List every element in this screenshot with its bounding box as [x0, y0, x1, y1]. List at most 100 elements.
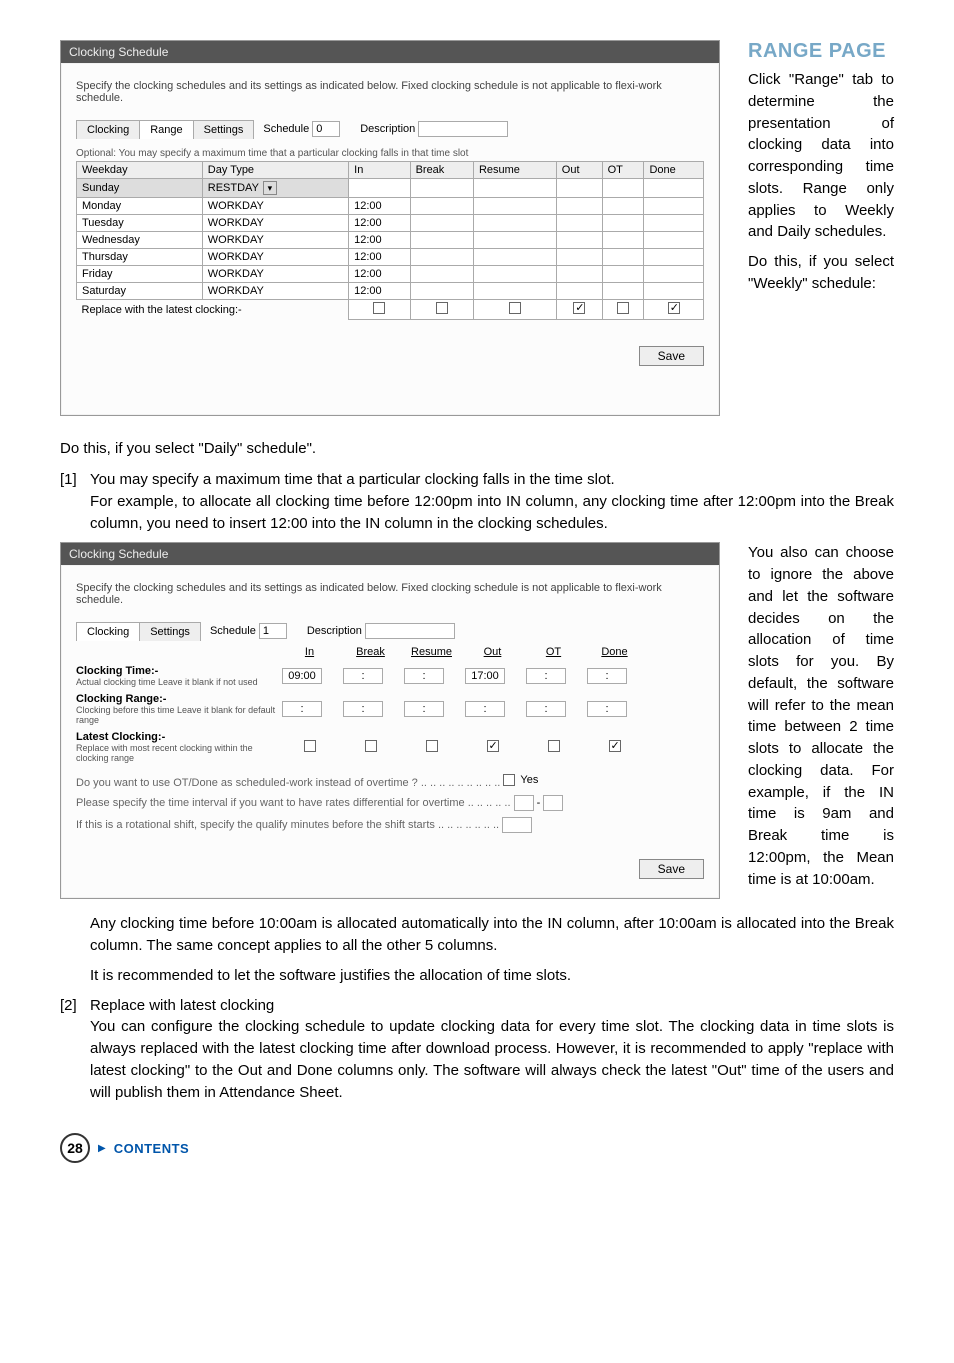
latest-clocking-sub: Replace with most recent clocking within…: [76, 743, 276, 763]
clocking-range-done[interactable]: [587, 701, 627, 717]
clocking-range-sub: Clocking before this time Leave it blank…: [76, 705, 276, 725]
cell-in[interactable]: 12:00: [349, 249, 410, 266]
rates-differential-question: Please specify the time interval if you …: [76, 797, 511, 809]
clocking-schedule-daily-screenshot: Clocking Schedule Specify the clocking s…: [60, 542, 720, 899]
tab-strip: Clocking Settings: [76, 621, 200, 641]
cell-weekday: Tuesday: [77, 215, 203, 232]
clocking-time-out[interactable]: [465, 668, 505, 684]
clocking-range-out[interactable]: [465, 701, 505, 717]
mid-right-paragraph: You also can choose to ignore the above …: [748, 542, 894, 890]
item-2-title: Replace with latest clocking: [90, 997, 274, 1014]
cell-in[interactable]: 12:00: [349, 266, 410, 283]
save-button[interactable]: Save: [639, 346, 704, 366]
tab-clocking[interactable]: Clocking: [76, 622, 140, 641]
ot-done-question-row: Do you want to use OT/Done as scheduled-…: [76, 774, 704, 789]
rotational-minutes-input[interactable]: [502, 817, 532, 833]
latest-resume-checkbox[interactable]: [426, 740, 438, 752]
cell-weekday: Friday: [77, 266, 203, 283]
replace-row: Replace with the latest clocking:-: [77, 300, 704, 320]
col-ot: OT: [526, 646, 581, 658]
triangle-icon: ▶: [98, 1143, 106, 1154]
replace-in-checkbox[interactable]: [373, 302, 385, 314]
schedule-number-input[interactable]: [312, 121, 340, 137]
latest-break-checkbox[interactable]: [365, 740, 377, 752]
range-page-heading: RANGE PAGE: [748, 40, 894, 63]
col-out: Out: [556, 162, 602, 179]
rates-differential-row: Please specify the time interval if you …: [76, 795, 704, 811]
clocking-range-ot[interactable]: [526, 701, 566, 717]
table-row: TuesdayWORKDAY12:00: [77, 215, 704, 232]
col-done: Done: [644, 162, 704, 179]
cell-weekday: Thursday: [77, 249, 203, 266]
col-break: Break: [410, 162, 473, 179]
col-resume: Resume: [404, 646, 459, 658]
cell-daytype[interactable]: WORKDAY: [202, 232, 348, 249]
contents-link[interactable]: CONTENTS: [114, 1141, 190, 1156]
clocking-range-in[interactable]: [282, 701, 322, 717]
clocking-range-break[interactable]: [343, 701, 383, 717]
schedule-label: Schedule: [263, 123, 309, 135]
table-row: WednesdayWORKDAY12:00: [77, 232, 704, 249]
window-title: Clocking Schedule: [61, 543, 719, 565]
cell-daytype[interactable]: WORKDAY: [202, 215, 348, 232]
rates-interval-to[interactable]: [543, 795, 563, 811]
cell-daytype[interactable]: WORKDAY: [202, 283, 348, 300]
rates-dash: -: [537, 797, 541, 809]
schedule-number-input[interactable]: [259, 623, 287, 639]
latest-in-checkbox[interactable]: [304, 740, 316, 752]
schedule-label: Schedule: [210, 625, 256, 637]
clocking-time-label: Clocking Time:-: [76, 665, 158, 677]
clocking-range-row: Clocking Range:-Clocking before this tim…: [76, 690, 704, 728]
replace-done-checkbox[interactable]: [668, 302, 680, 314]
rotational-shift-question: If this is a rotational shift, specify t…: [76, 819, 499, 831]
yes-label: Yes: [520, 774, 538, 786]
tab-clocking[interactable]: Clocking: [76, 120, 140, 139]
item-2-body: You can configure the clocking schedule …: [90, 1018, 894, 1100]
col-out: Out: [465, 646, 520, 658]
cell-weekday: Wednesday: [77, 232, 203, 249]
clocking-time-ot[interactable]: [526, 668, 566, 684]
description-label: Description: [360, 123, 415, 135]
cell-in[interactable]: 12:00: [349, 215, 410, 232]
schedule-description-text: Specify the clocking schedules and its s…: [76, 582, 704, 606]
cell-in[interactable]: 12:00: [349, 283, 410, 300]
item-1-line-2: For example, to allocate all clocking ti…: [90, 493, 894, 532]
chevron-down-icon[interactable]: ▾: [263, 181, 277, 195]
description-input[interactable]: [365, 623, 455, 639]
daily-schedule-note: Do this, if you select "Daily" schedule"…: [60, 440, 894, 457]
replace-out-checkbox[interactable]: [573, 302, 585, 314]
cell-daytype[interactable]: WORKDAY: [202, 266, 348, 283]
replace-resume-checkbox[interactable]: [509, 302, 521, 314]
clocking-time-resume[interactable]: [404, 668, 444, 684]
schedule-description-text: Specify the clocking schedules and its s…: [76, 80, 704, 104]
rates-interval-from[interactable]: [514, 795, 534, 811]
latest-done-checkbox[interactable]: [609, 740, 621, 752]
cell-daytype[interactable]: WORKDAY: [202, 249, 348, 266]
cell-in[interactable]: 12:00: [349, 198, 410, 215]
col-resume: Resume: [473, 162, 556, 179]
range-paragraph-2: Do this, if you select "Weekly" schedule…: [748, 251, 894, 295]
description-label: Description: [307, 625, 362, 637]
clocking-range-resume[interactable]: [404, 701, 444, 717]
replace-break-checkbox[interactable]: [436, 302, 448, 314]
cell-in[interactable]: 12:00: [349, 232, 410, 249]
cell-in[interactable]: [349, 179, 410, 198]
latest-out-checkbox[interactable]: [487, 740, 499, 752]
cell-daytype[interactable]: WORKDAY: [202, 198, 348, 215]
col-weekday: Weekday: [77, 162, 203, 179]
clocking-time-break[interactable]: [343, 668, 383, 684]
tab-range[interactable]: Range: [139, 120, 193, 139]
clocking-time-done[interactable]: [587, 668, 627, 684]
table-row: SaturdayWORKDAY12:00: [77, 283, 704, 300]
tab-strip: Clocking Range Settings: [76, 119, 253, 139]
replace-ot-checkbox[interactable]: [617, 302, 629, 314]
cell-daytype[interactable]: RESTDAY▾: [202, 179, 348, 198]
ot-done-yes-checkbox[interactable]: [503, 774, 515, 786]
optional-caption: Optional: You may specify a maximum time…: [76, 148, 704, 159]
tab-settings[interactable]: Settings: [139, 622, 201, 641]
save-button[interactable]: Save: [639, 859, 704, 879]
latest-ot-checkbox[interactable]: [548, 740, 560, 752]
clocking-time-in[interactable]: [282, 668, 322, 684]
tab-settings[interactable]: Settings: [193, 120, 255, 139]
description-input[interactable]: [418, 121, 508, 137]
